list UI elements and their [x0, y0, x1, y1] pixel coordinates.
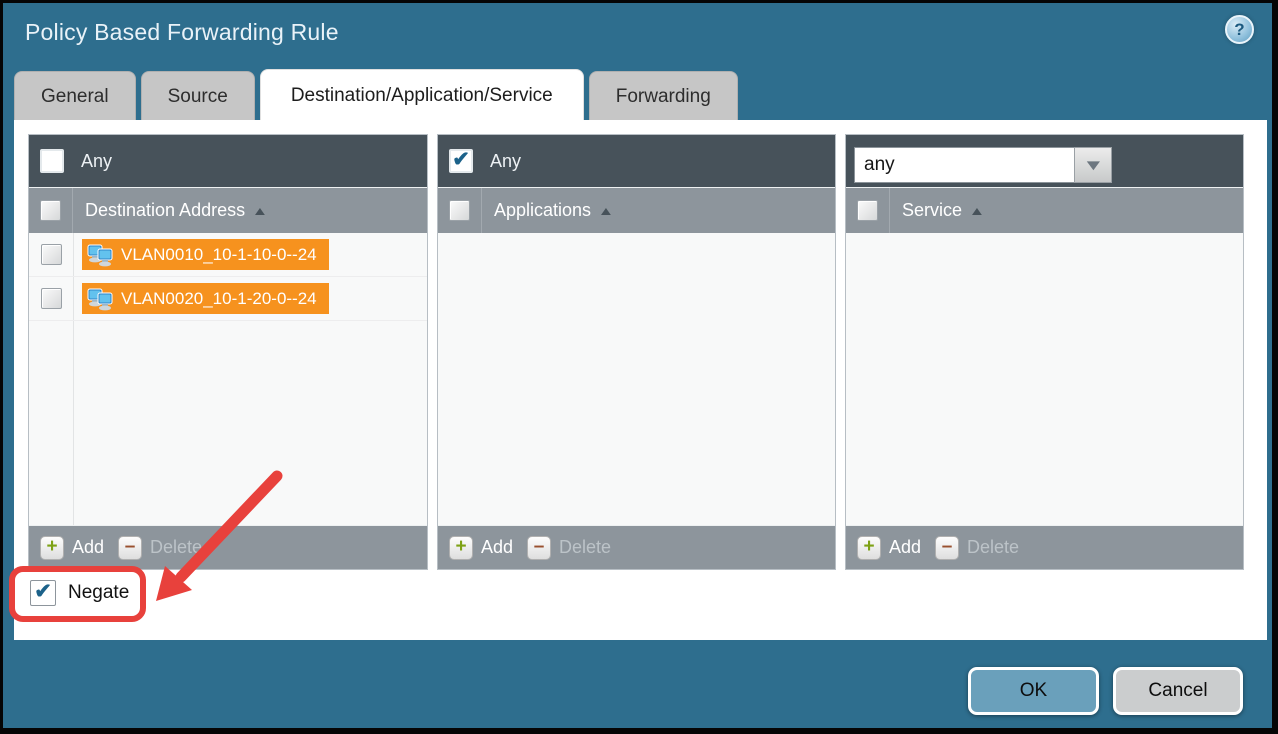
dialog-title-bar: Policy Based Forwarding Rule ? — [3, 3, 1272, 67]
destination-row-checkbox[interactable]: ✔ — [41, 288, 62, 309]
applications-any-checkbox[interactable]: ✔ — [449, 149, 473, 173]
service-delete-button[interactable]: – Delete — [935, 536, 1019, 560]
negate-label: Negate — [68, 582, 129, 604]
sort-asc-icon: ▲ — [252, 204, 269, 218]
chevron-down-icon: ▼ — [1082, 157, 1104, 174]
policy-forwarding-dialog: Policy Based Forwarding Rule ? General S… — [3, 3, 1272, 728]
applications-header-label: Applications — [494, 200, 591, 221]
destination-address-list: ✔ — [29, 233, 427, 525]
add-icon: + — [857, 536, 881, 560]
applications-select-all-cell: ✔ — [438, 188, 482, 233]
applications-any-label: Any — [490, 151, 521, 172]
destination-row-checkbox[interactable]: ✔ — [41, 244, 62, 265]
service-toolbar: + Add – Delete — [846, 525, 1243, 569]
delete-icon: – — [935, 536, 959, 560]
dialog-title: Policy Based Forwarding Rule — [25, 19, 339, 46]
delete-icon: – — [118, 536, 142, 560]
service-dropdown-header: any ▼ — [846, 135, 1243, 187]
check-icon: ✔ — [452, 149, 470, 170]
tab-forwarding[interactable]: Forwarding — [589, 71, 738, 120]
destination-address-row[interactable]: ✔ — [29, 277, 427, 321]
applications-select-all-checkbox[interactable]: ✔ — [449, 200, 470, 221]
service-panel: any ▼ ✔ Service ▲ — [845, 134, 1244, 570]
help-icon-glyph: ? — [1234, 20, 1244, 40]
dropdown-button[interactable]: ▼ — [1074, 147, 1112, 183]
address-object-label: VLAN0020_10-1-20-0--24 — [121, 289, 317, 309]
destination-any-label: Any — [81, 151, 112, 172]
add-icon: + — [40, 536, 64, 560]
sort-asc-icon: ▲ — [969, 204, 986, 218]
tab-general[interactable]: General — [14, 71, 136, 120]
destination-toolbar: + Add – Delete — [29, 525, 427, 569]
applications-panel: ✔ Any ✔ Applications ▲ + — [437, 134, 836, 570]
service-select-all-cell: ✔ — [846, 188, 890, 233]
applications-column-header[interactable]: ✔ Applications ▲ — [438, 187, 835, 233]
service-select-all-checkbox[interactable]: ✔ — [857, 200, 878, 221]
add-icon: + — [449, 536, 473, 560]
policy-forwarding-dialog-page: Policy Based Forwarding Rule ? General S… — [0, 0, 1278, 734]
applications-delete-button[interactable]: – Delete — [527, 536, 611, 560]
help-icon[interactable]: ? — [1225, 15, 1254, 44]
destination-address-row[interactable]: ✔ — [29, 233, 427, 277]
sort-asc-icon: ▲ — [598, 204, 615, 218]
tab-strip: General Source Destination/Application/S… — [14, 69, 738, 120]
service-header-label: Service — [902, 200, 962, 221]
service-dropdown-value[interactable]: any — [854, 147, 1074, 183]
address-group-icon — [87, 243, 114, 267]
service-column-header[interactable]: ✔ Service ▲ — [846, 187, 1243, 233]
destination-address-header-label: Destination Address — [85, 200, 245, 221]
delete-icon: – — [527, 536, 551, 560]
destination-address-column-header[interactable]: ✔ Destination Address ▲ — [29, 187, 427, 233]
destination-any-checkbox[interactable]: ✔ — [40, 149, 64, 173]
applications-add-button[interactable]: + Add — [449, 536, 513, 560]
address-group-icon — [87, 287, 114, 311]
address-object-chip[interactable]: VLAN0020_10-1-20-0--24 — [82, 283, 329, 314]
tab-source[interactable]: Source — [141, 71, 255, 120]
row-checkbox-cell: ✔ — [29, 277, 73, 320]
applications-any-header: ✔ Any — [438, 135, 835, 187]
destination-any-header: ✔ Any — [29, 135, 427, 187]
ok-button[interactable]: OK — [968, 667, 1099, 715]
destination-select-all-checkbox[interactable]: ✔ — [40, 200, 61, 221]
negate-control: ✔ Negate — [30, 580, 129, 606]
destination-delete-button[interactable]: – Delete — [118, 536, 202, 560]
check-icon: ✔ — [34, 581, 52, 602]
applications-toolbar: + Add – Delete — [438, 525, 835, 569]
applications-list — [438, 233, 835, 525]
cancel-button[interactable]: Cancel — [1113, 667, 1243, 715]
destination-select-all-cell: ✔ — [29, 188, 73, 233]
negate-checkbox[interactable]: ✔ — [30, 580, 56, 606]
tab-content-panel: ✔ Any ✔ Destination Address ▲ — [14, 120, 1267, 640]
address-object-label: VLAN0010_10-1-10-0--24 — [121, 245, 317, 265]
service-list — [846, 233, 1243, 525]
row-checkbox-cell: ✔ — [29, 233, 73, 276]
address-object-chip[interactable]: VLAN0010_10-1-10-0--24 — [82, 239, 329, 270]
service-add-button[interactable]: + Add — [857, 536, 921, 560]
tab-destination-application-service[interactable]: Destination/Application/Service — [260, 69, 584, 120]
destination-address-panel: ✔ Any ✔ Destination Address ▲ — [28, 134, 428, 570]
destination-add-button[interactable]: + Add — [40, 536, 104, 560]
service-mode-dropdown[interactable]: any ▼ — [854, 147, 1112, 183]
